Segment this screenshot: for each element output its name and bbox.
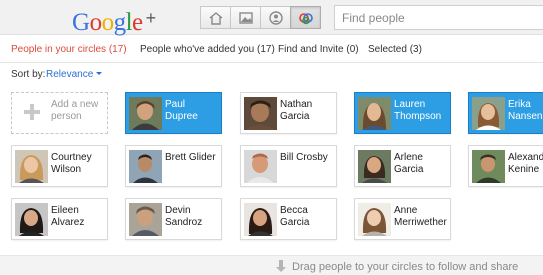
logo-letter: o [89, 9, 103, 36]
tab-selected[interactable]: Selected (3) [368, 44, 422, 55]
person-name: Alexandr Kenine [508, 152, 543, 175]
drag-hint-text: Drag people to your circles to follow an… [292, 261, 519, 273]
avatar [129, 150, 162, 183]
avatar [358, 203, 391, 236]
main-nav [200, 6, 321, 29]
person-name: Lauren Thompson [394, 99, 442, 122]
avatar [244, 203, 277, 236]
photos-icon [238, 11, 253, 24]
person-card[interactable]: Becca Garcia [240, 198, 337, 240]
person-card[interactable]: Devin Sandroz [125, 198, 222, 240]
profile-icon [268, 10, 283, 25]
sort-label: Sort by: [11, 69, 46, 80]
avatar [358, 97, 391, 130]
avatar [472, 97, 505, 130]
person-name: Bill Crosby [280, 152, 328, 163]
avatar [15, 203, 48, 236]
logo-letter: o [101, 9, 115, 36]
person-name: Eileen Alvarez [51, 205, 85, 228]
add-person-card[interactable]: Add a new person [11, 92, 108, 134]
logo-letter: G [72, 9, 90, 36]
avatar [129, 97, 162, 130]
circles-icon [298, 12, 313, 24]
logo-letter: e [132, 9, 143, 36]
person-card[interactable]: Lauren Thompson [354, 92, 451, 134]
arrow-down-icon [276, 260, 286, 272]
person-card[interactable]: Anne Merriwether [354, 198, 451, 240]
person-name: Erika Nansen [508, 99, 543, 122]
avatar [472, 150, 505, 183]
person-name: Becca Garcia [280, 205, 310, 228]
circles-page: Google + Find people People in your circl… [0, 0, 543, 275]
person-name: Nathan Garcia [280, 99, 313, 122]
nav-profile-button[interactable] [260, 6, 291, 29]
person-card[interactable]: Erika Nansen [468, 92, 543, 134]
person-card[interactable]: Nathan Garcia [240, 92, 337, 134]
person-card[interactable]: Arlene Garcia [354, 145, 451, 187]
drag-hint-bar: Drag people to your circles to follow an… [0, 255, 543, 275]
person-name: Brett Glider [165, 152, 216, 163]
google-plus-logo[interactable]: Google + [72, 4, 156, 37]
nav-circles-button[interactable] [290, 6, 321, 29]
add-person-label: Add a new person [51, 99, 99, 122]
find-people-input[interactable]: Find people [334, 5, 543, 30]
person-name: Devin Sandroz [165, 205, 203, 228]
caret-down-icon [96, 72, 103, 75]
person-card[interactable]: Bill Crosby [240, 145, 337, 187]
tab-find-and-invite[interactable]: Find and Invite (0) [278, 44, 359, 55]
person-card[interactable]: Alexandr Kenine [468, 145, 543, 187]
avatar [358, 150, 391, 183]
avatar [244, 97, 277, 130]
logo-letter: g [113, 9, 127, 36]
person-card[interactable]: Paul Dupree [125, 92, 222, 134]
tab-people-who-added-you[interactable]: People who've added you (17) [140, 44, 275, 55]
nav-home-button[interactable] [200, 6, 231, 29]
person-name: Arlene Garcia [394, 152, 424, 175]
person-card[interactable]: Eileen Alvarez [11, 198, 108, 240]
home-icon [209, 11, 222, 25]
person-name: Anne Merriwether [394, 205, 447, 228]
person-card[interactable]: Brett Glider [125, 145, 222, 187]
sort-value: Relevance [46, 69, 94, 80]
nav-photos-button[interactable] [230, 6, 261, 29]
person-name: Paul Dupree [165, 99, 198, 122]
circles-tabs: People in your circles (17) People who'v… [0, 36, 543, 63]
person-name: Courtney Wilson [51, 152, 92, 175]
avatar [244, 150, 277, 183]
sort-dropdown[interactable]: Relevance [46, 69, 103, 80]
plus-icon [24, 104, 40, 120]
avatar [129, 203, 162, 236]
top-bar: Google + Find people [0, 0, 543, 37]
avatar [15, 150, 48, 183]
person-card[interactable]: Courtney Wilson [11, 145, 108, 187]
logo-plus: + [145, 8, 157, 28]
tab-people-in-circles[interactable]: People in your circles (17) [11, 44, 127, 55]
